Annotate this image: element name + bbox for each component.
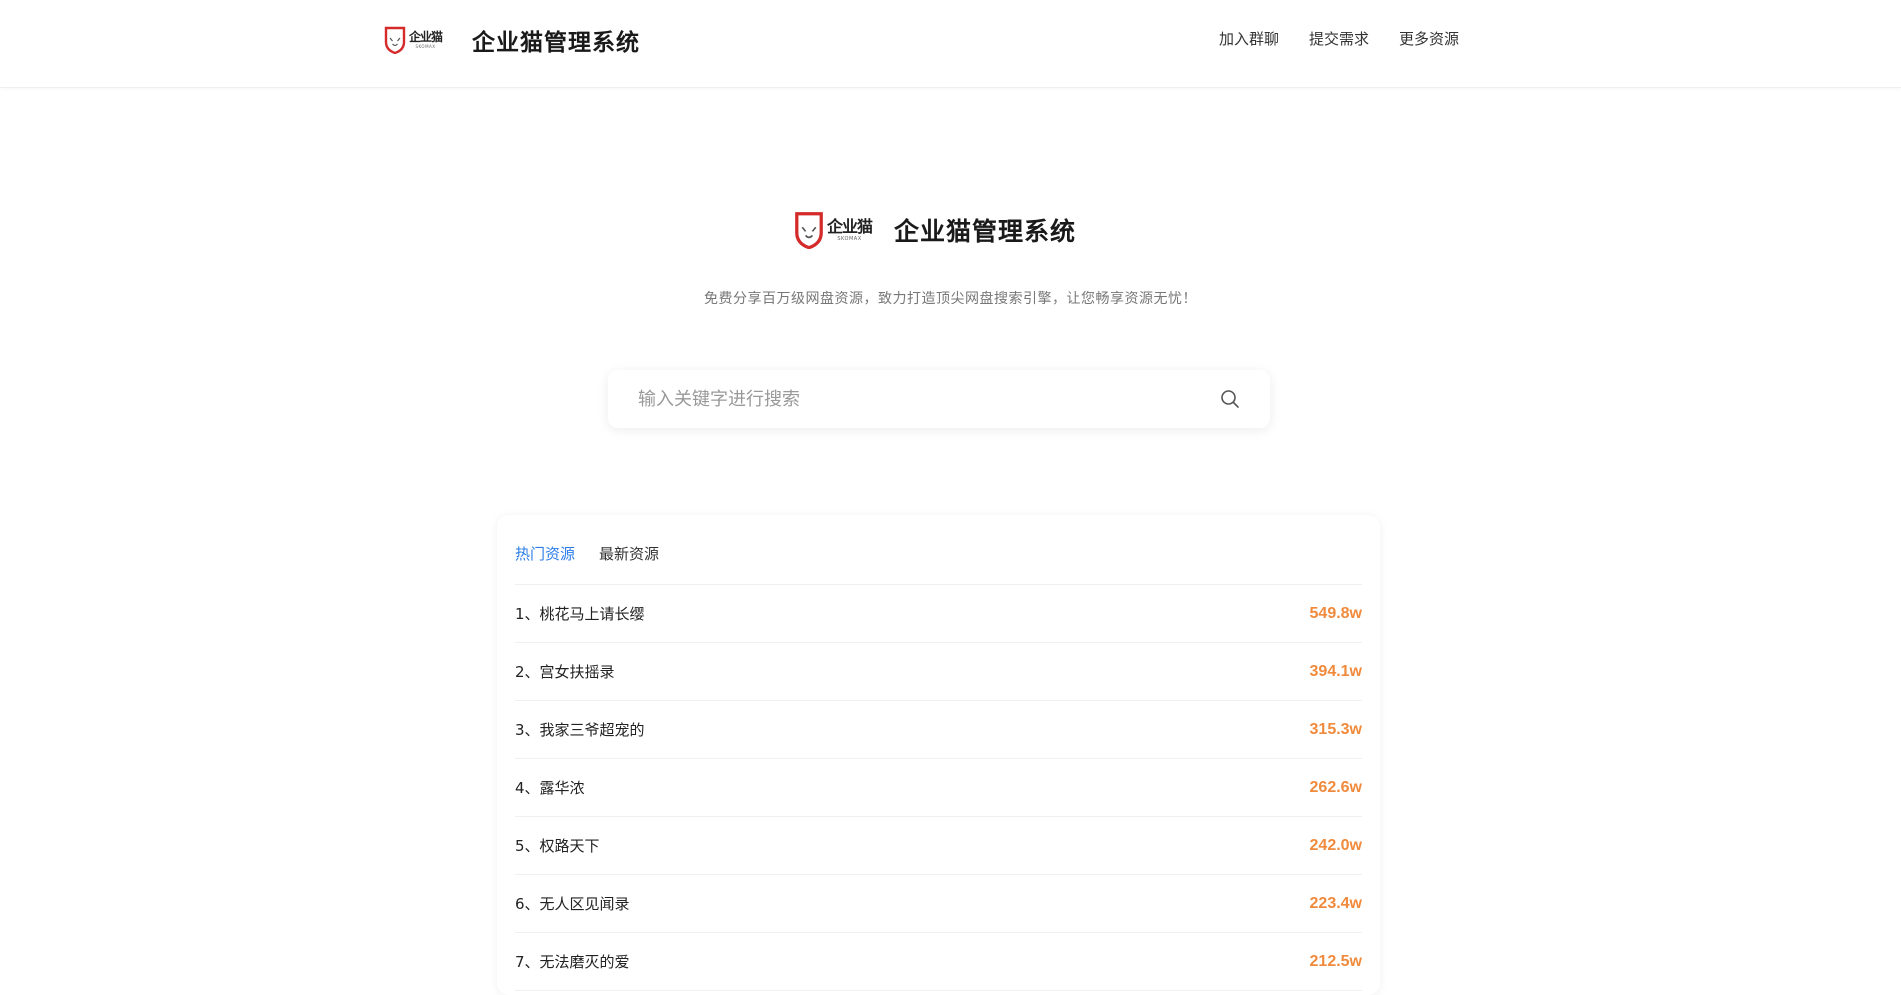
hero-brand: 企业猫 SKOMAX 企业猫管理系统 (794, 202, 1076, 258)
resource-tabs: 热门资源 最新资源 (515, 515, 1362, 585)
top-header: 企业猫 SKOMAX 企业猫管理系统 加入群聊 提交需求 更多资源 (0, 0, 1901, 88)
logo-subtext: SKOMAX (415, 44, 436, 49)
top-nav: 加入群聊 提交需求 更多资源 (1219, 28, 1459, 50)
item-count: 242.0w (1309, 836, 1362, 854)
item-name[interactable]: 2、宫女扶摇录 (515, 661, 615, 682)
search-box (608, 370, 1270, 428)
item-count: 223.4w (1309, 894, 1362, 912)
search-input[interactable] (608, 370, 1218, 428)
tab-latest-resources[interactable]: 最新资源 (599, 543, 659, 564)
list-item[interactable]: 7、无法磨灭的爱 212.5w (515, 933, 1362, 991)
resource-list-card: 热门资源 最新资源 1、桃花马上请长缨 549.8w 2、宫女扶摇录 394.1… (497, 515, 1380, 995)
item-name[interactable]: 6、无人区见闻录 (515, 893, 630, 914)
list-item[interactable]: 3、我家三爷超宠的 315.3w (515, 701, 1362, 759)
item-count: 549.8w (1309, 604, 1362, 622)
shield-logo-icon (384, 26, 406, 54)
nav-submit-request[interactable]: 提交需求 (1309, 28, 1369, 50)
logo-wordmark: 企业猫 (409, 30, 443, 44)
hero-logo-wordmark: 企业猫 (827, 216, 873, 236)
hero-logo-subtext: SKOMAX (837, 235, 862, 242)
item-name[interactable]: 3、我家三爷超宠的 (515, 719, 645, 740)
site-logo[interactable]: 企业猫 SKOMAX (384, 26, 443, 54)
item-name[interactable]: 5、权路天下 (515, 835, 600, 856)
site-title[interactable]: 企业猫管理系统 (472, 23, 640, 57)
list-item[interactable]: 5、权路天下 242.0w (515, 817, 1362, 875)
item-name[interactable]: 7、无法磨灭的爱 (515, 951, 630, 972)
shield-logo-icon (795, 212, 823, 249)
hero-title: 企业猫管理系统 (894, 217, 1077, 246)
item-name[interactable]: 1、桃花马上请长缨 (515, 603, 645, 624)
list-item[interactable]: 1、桃花马上请长缨 549.8w (515, 585, 1362, 643)
item-count: 394.1w (1309, 662, 1362, 680)
list-item[interactable]: 6、无人区见闻录 223.4w (515, 875, 1362, 933)
hero-logo: 企业猫 SKOMAX (794, 211, 873, 249)
search-icon[interactable] (1218, 387, 1242, 411)
list-item[interactable]: 2、宫女扶摇录 394.1w (515, 643, 1362, 701)
item-count: 262.6w (1309, 778, 1362, 796)
nav-join-group[interactable]: 加入群聊 (1219, 28, 1279, 50)
tab-hot-resources[interactable]: 热门资源 (515, 543, 575, 564)
item-count: 212.5w (1309, 952, 1362, 970)
item-name[interactable]: 4、露华浓 (515, 777, 585, 798)
hero-subtitle: 免费分享百万级网盘资源，致力打造顶尖网盘搜索引擎，让您畅享资源无忧！ (704, 291, 1197, 307)
item-count: 315.3w (1309, 720, 1362, 738)
list-item[interactable]: 4、露华浓 262.6w (515, 759, 1362, 817)
nav-more-resources[interactable]: 更多资源 (1399, 28, 1459, 50)
header-brand[interactable]: 企业猫 SKOMAX 企业猫管理系统 (384, 18, 640, 62)
